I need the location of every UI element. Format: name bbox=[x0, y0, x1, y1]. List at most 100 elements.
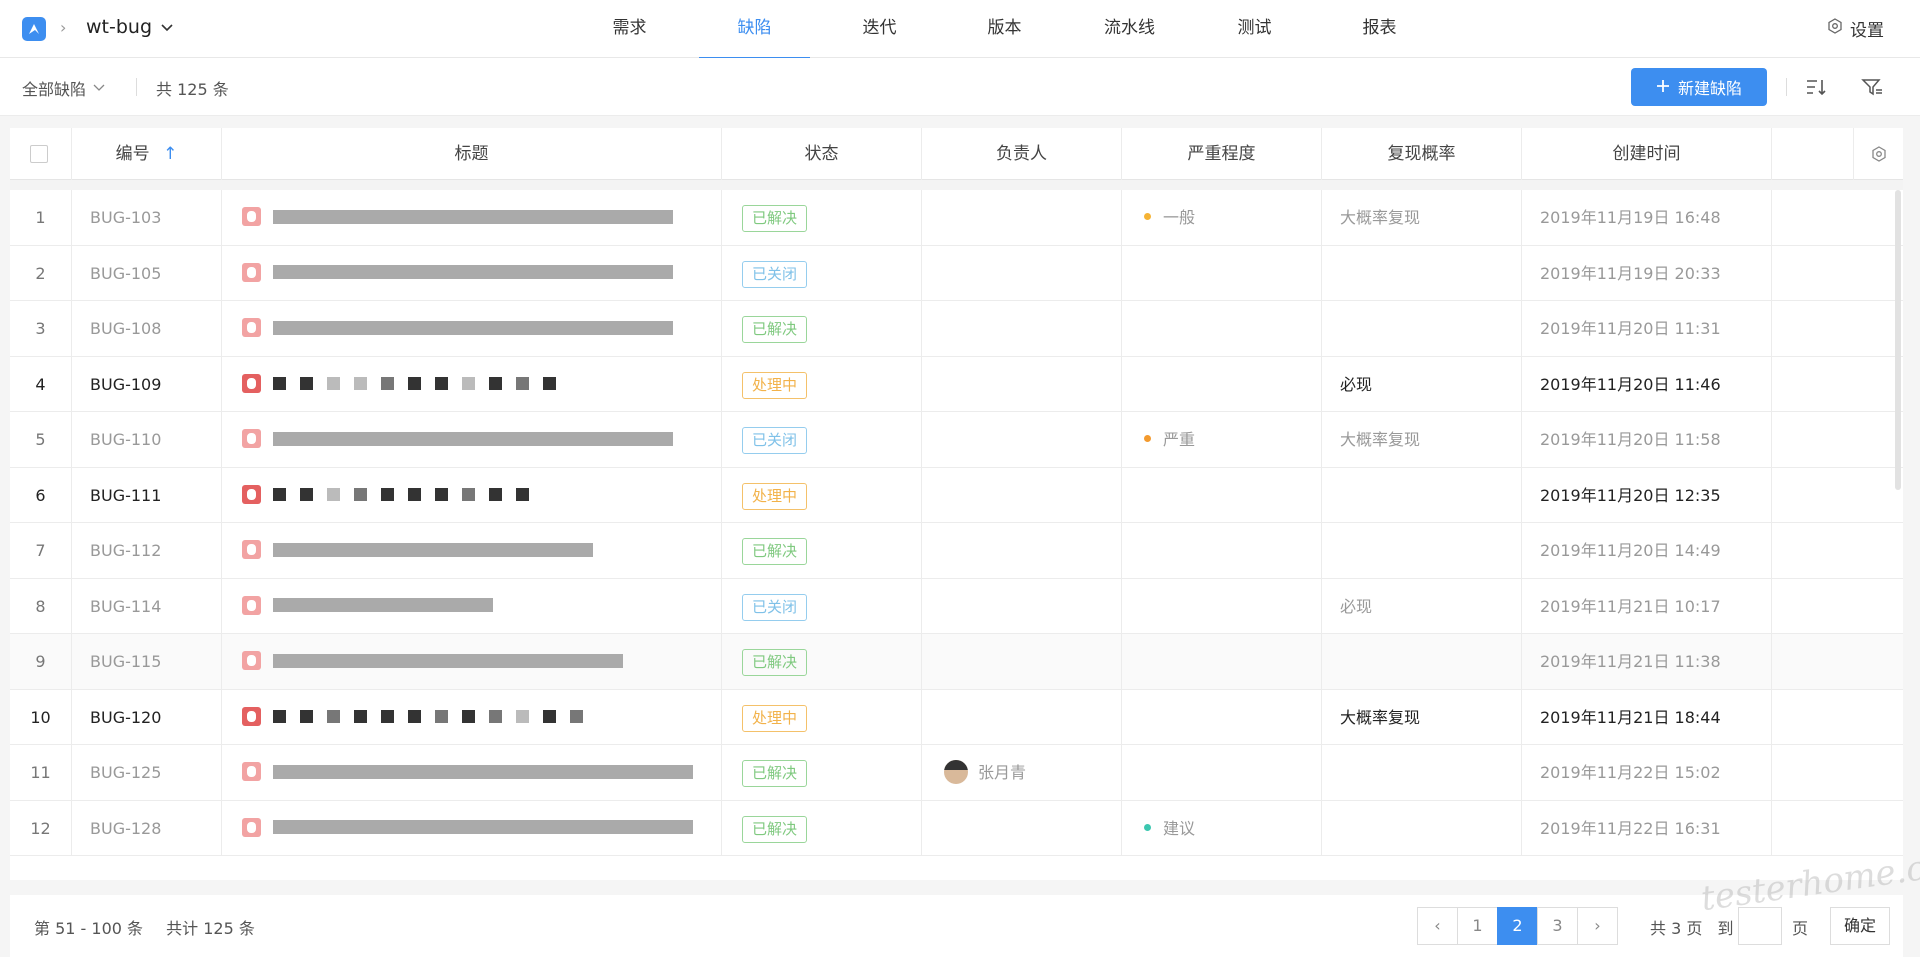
severity-cell[interactable] bbox=[1122, 578, 1322, 634]
bug-title[interactable] bbox=[222, 523, 722, 578]
status-badge[interactable]: 已解决 bbox=[742, 760, 808, 787]
repro-cell[interactable] bbox=[1322, 634, 1522, 689]
repro-cell[interactable] bbox=[1322, 467, 1522, 523]
owner-cell[interactable] bbox=[922, 578, 1122, 634]
bug-title[interactable] bbox=[222, 245, 722, 301]
severity-cell[interactable]: 一般 bbox=[1122, 190, 1322, 245]
status-badge[interactable]: 已关闭 bbox=[742, 260, 808, 288]
severity-cell[interactable] bbox=[1122, 356, 1322, 412]
prev-page-button[interactable]: ‹ bbox=[1417, 907, 1458, 945]
bug-id[interactable]: BUG-112 bbox=[72, 523, 222, 578]
tab-reports[interactable]: 报表 bbox=[1317, 0, 1442, 58]
owner-cell[interactable] bbox=[922, 689, 1122, 745]
repro-cell[interactable]: 大概率复现 bbox=[1322, 412, 1522, 467]
column-settings-button[interactable] bbox=[1854, 128, 1903, 180]
page-2-button[interactable]: 2 bbox=[1497, 907, 1538, 945]
bug-id[interactable]: BUG-115 bbox=[72, 634, 222, 689]
bug-title[interactable] bbox=[222, 689, 722, 745]
chevron-down-icon[interactable] bbox=[160, 20, 174, 39]
repro-cell[interactable]: 必现 bbox=[1322, 356, 1522, 412]
bug-id[interactable]: BUG-125 bbox=[72, 745, 222, 800]
bug-title[interactable] bbox=[222, 634, 722, 689]
column-header-status[interactable]: 状态 bbox=[722, 128, 922, 180]
owner-cell[interactable] bbox=[922, 190, 1122, 245]
tab-versions[interactable]: 版本 bbox=[942, 0, 1067, 58]
next-page-button[interactable]: › bbox=[1577, 907, 1618, 945]
column-header-id[interactable]: 编号 ↑ bbox=[72, 128, 222, 180]
vertical-scrollbar[interactable] bbox=[1895, 190, 1901, 490]
status-badge[interactable]: 已解决 bbox=[742, 815, 808, 843]
bug-title[interactable] bbox=[222, 578, 722, 634]
bug-title[interactable] bbox=[222, 356, 722, 412]
severity-cell[interactable] bbox=[1122, 745, 1322, 800]
table-row[interactable]: 1 BUG-103 已解决 一般 大概率复现 2019年11月19日 16:48 bbox=[10, 190, 1903, 246]
severity-cell[interactable] bbox=[1122, 523, 1322, 578]
status-badge[interactable]: 处理中 bbox=[742, 371, 808, 399]
table-row[interactable]: 7 BUG-112 已解决 2019年11月20日 14:49 bbox=[10, 523, 1903, 579]
confirm-jump-button[interactable]: 确定 bbox=[1830, 907, 1890, 945]
owner-cell[interactable] bbox=[922, 412, 1122, 467]
repro-cell[interactable]: 大概率复现 bbox=[1322, 689, 1522, 745]
defect-filter-select[interactable]: 全部缺陷 bbox=[22, 76, 106, 100]
bug-id[interactable]: BUG-120 bbox=[72, 689, 222, 745]
severity-cell[interactable] bbox=[1122, 689, 1322, 745]
severity-cell[interactable] bbox=[1122, 301, 1322, 356]
bug-id[interactable]: BUG-110 bbox=[72, 412, 222, 467]
status-badge[interactable]: 处理中 bbox=[742, 704, 808, 732]
filter-icon[interactable] bbox=[1861, 76, 1883, 102]
page-3-button[interactable]: 3 bbox=[1537, 907, 1578, 945]
repro-cell[interactable] bbox=[1322, 745, 1522, 800]
status-badge[interactable]: 已解决 bbox=[742, 316, 808, 343]
severity-cell[interactable] bbox=[1122, 467, 1322, 523]
repro-cell[interactable] bbox=[1322, 245, 1522, 301]
column-header-severity[interactable]: 严重程度 bbox=[1122, 128, 1322, 180]
table-row[interactable]: 2 BUG-105 已关闭 2019年11月19日 20:33 bbox=[10, 245, 1903, 301]
page-1-button[interactable]: 1 bbox=[1457, 907, 1498, 945]
select-all-checkbox[interactable] bbox=[30, 145, 48, 163]
table-row[interactable]: 3 BUG-108 已解决 2019年11月20日 11:31 bbox=[10, 301, 1903, 357]
status-badge[interactable]: 已解决 bbox=[742, 649, 808, 676]
bug-id[interactable]: BUG-103 bbox=[72, 190, 222, 245]
severity-cell[interactable] bbox=[1122, 634, 1322, 689]
bug-id[interactable]: BUG-111 bbox=[72, 467, 222, 523]
bug-title[interactable] bbox=[222, 800, 722, 856]
column-header-created[interactable]: 创建时间 bbox=[1522, 128, 1772, 180]
column-header-repro[interactable]: 复现概率 bbox=[1322, 128, 1522, 180]
status-badge[interactable]: 已关闭 bbox=[742, 427, 808, 454]
table-row[interactable]: 11 BUG-125 已解决 张月青 2019年11月22日 15:02 bbox=[10, 745, 1903, 801]
owner-cell[interactable]: 张月青 bbox=[922, 745, 1122, 800]
owner-cell[interactable] bbox=[922, 523, 1122, 578]
project-name[interactable]: wt-bug bbox=[86, 16, 152, 38]
bug-id[interactable]: BUG-109 bbox=[72, 356, 222, 412]
status-badge[interactable]: 已解决 bbox=[742, 205, 808, 232]
owner-cell[interactable] bbox=[922, 800, 1122, 856]
table-row[interactable]: 10 BUG-120 处理中 大概率复现 2019年11月21日 18:44 bbox=[10, 689, 1903, 745]
severity-cell[interactable]: 严重 bbox=[1122, 412, 1322, 467]
table-row[interactable]: 9 BUG-115 已解决 2019年11月21日 11:38 bbox=[10, 634, 1903, 690]
tab-defects[interactable]: 缺陷 bbox=[692, 0, 817, 59]
repro-cell[interactable]: 必现 bbox=[1322, 578, 1522, 634]
app-logo-icon[interactable] bbox=[22, 17, 46, 41]
severity-cell[interactable]: 建议 bbox=[1122, 800, 1322, 856]
repro-cell[interactable] bbox=[1322, 523, 1522, 578]
status-badge[interactable]: 处理中 bbox=[742, 482, 808, 510]
bug-id[interactable]: BUG-105 bbox=[72, 245, 222, 301]
tab-iterations[interactable]: 迭代 bbox=[817, 0, 942, 58]
owner-cell[interactable] bbox=[922, 634, 1122, 689]
bug-title[interactable] bbox=[222, 467, 722, 523]
bug-id[interactable]: BUG-108 bbox=[72, 301, 222, 356]
repro-cell[interactable] bbox=[1322, 301, 1522, 356]
bug-id[interactable]: BUG-128 bbox=[72, 800, 222, 856]
bug-title[interactable] bbox=[222, 190, 722, 245]
repro-cell[interactable] bbox=[1322, 800, 1522, 856]
owner-cell[interactable] bbox=[922, 356, 1122, 412]
bug-id[interactable]: BUG-114 bbox=[72, 578, 222, 634]
table-row[interactable]: 12 BUG-128 已解决 建议 2019年11月22日 16:31 bbox=[10, 800, 1903, 856]
sort-icon[interactable] bbox=[1805, 76, 1827, 102]
table-row[interactable]: 4 BUG-109 处理中 必现 2019年11月20日 11:46 bbox=[10, 356, 1903, 412]
owner-cell[interactable] bbox=[922, 301, 1122, 356]
bug-title[interactable] bbox=[222, 412, 722, 467]
bug-title[interactable] bbox=[222, 301, 722, 356]
column-header-owner[interactable]: 负责人 bbox=[922, 128, 1122, 180]
repro-cell[interactable]: 大概率复现 bbox=[1322, 190, 1522, 245]
